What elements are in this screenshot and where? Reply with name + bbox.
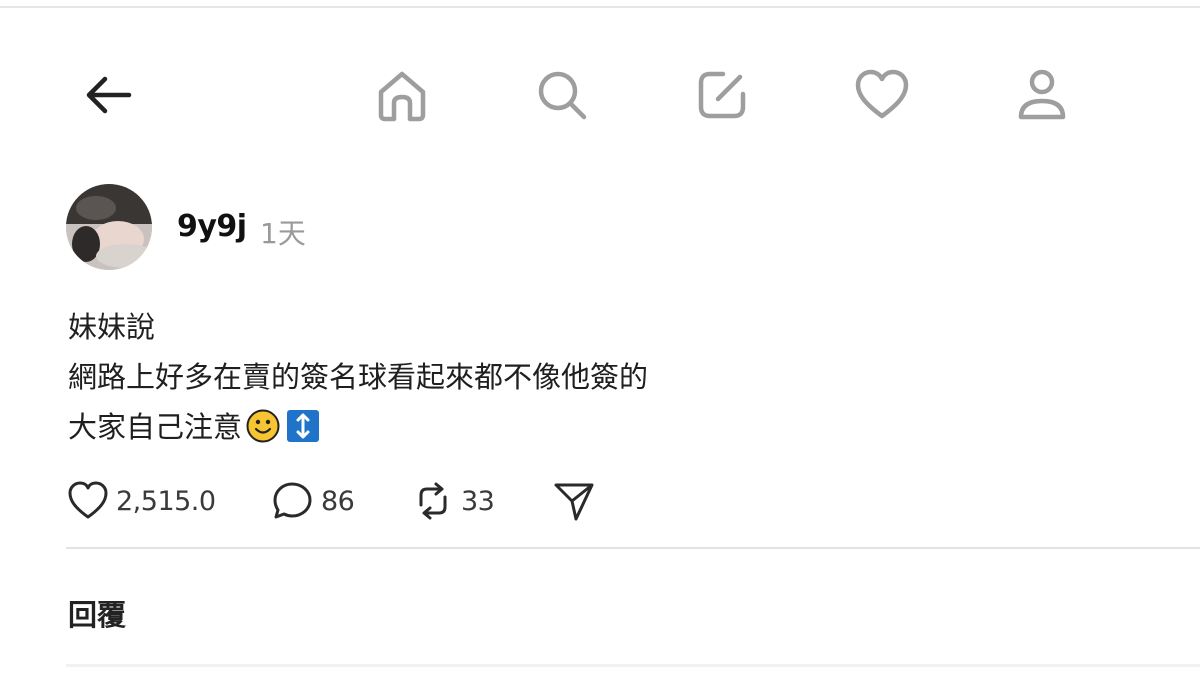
post-line-3: 大家自己注意 [68,402,1148,452]
up-down-arrow-emoji [286,408,320,442]
nav-search-button[interactable] [527,60,597,130]
home-icon [378,71,426,122]
arrow-left-icon [86,76,132,114]
nav-home-button[interactable] [367,60,437,130]
profile-icon [1018,69,1066,120]
comment-button[interactable]: 86 [271,476,355,526]
repost-icon [419,482,447,520]
back-button[interactable] [72,60,142,130]
nav-compose-button[interactable] [687,60,757,130]
compose-icon [698,71,746,119]
post-actions: 2,515.0 86 33 [66,476,626,526]
post-text: 妹妹說 網路上好多在賣的簽名球看起來都不像他簽的 大家自己注意 [68,302,1148,452]
top-navigation [0,60,1200,130]
heart-icon [855,69,909,119]
repost-button[interactable]: 33 [411,476,495,526]
post-timestamp: 1天 [260,217,306,250]
like-button[interactable]: 2,515.0 [66,476,216,526]
smiling-face-emoji [246,408,280,443]
heart-icon [68,481,108,519]
top-border [0,6,1200,8]
like-count: 2,515.0 [116,485,216,517]
nav-activity-button[interactable] [847,60,917,130]
post-line-2: 網路上好多在賣的簽名球看起來都不像他簽的 [68,360,649,394]
replies-heading: 回覆 [68,598,127,632]
post-line-1: 妹妹說 [68,310,156,344]
username[interactable]: 9y9j [177,209,247,244]
bottom-divider [66,664,1200,667]
section-divider [66,547,1200,549]
repost-count: 33 [461,485,495,517]
search-icon [538,71,587,120]
comment-icon [273,482,312,519]
share-button[interactable] [552,476,596,526]
thread-page: 9y9j 1天 妹妹說 網路上好多在賣的簽名球看起來都不像他簽的 大家自己注意 … [0,0,1200,675]
comment-count: 86 [321,485,355,517]
avatar-image [66,184,152,270]
avatar[interactable] [66,184,152,270]
send-icon [554,483,594,521]
nav-profile-button[interactable] [1007,60,1077,130]
post-line-3-text: 大家自己注意 [68,410,243,444]
